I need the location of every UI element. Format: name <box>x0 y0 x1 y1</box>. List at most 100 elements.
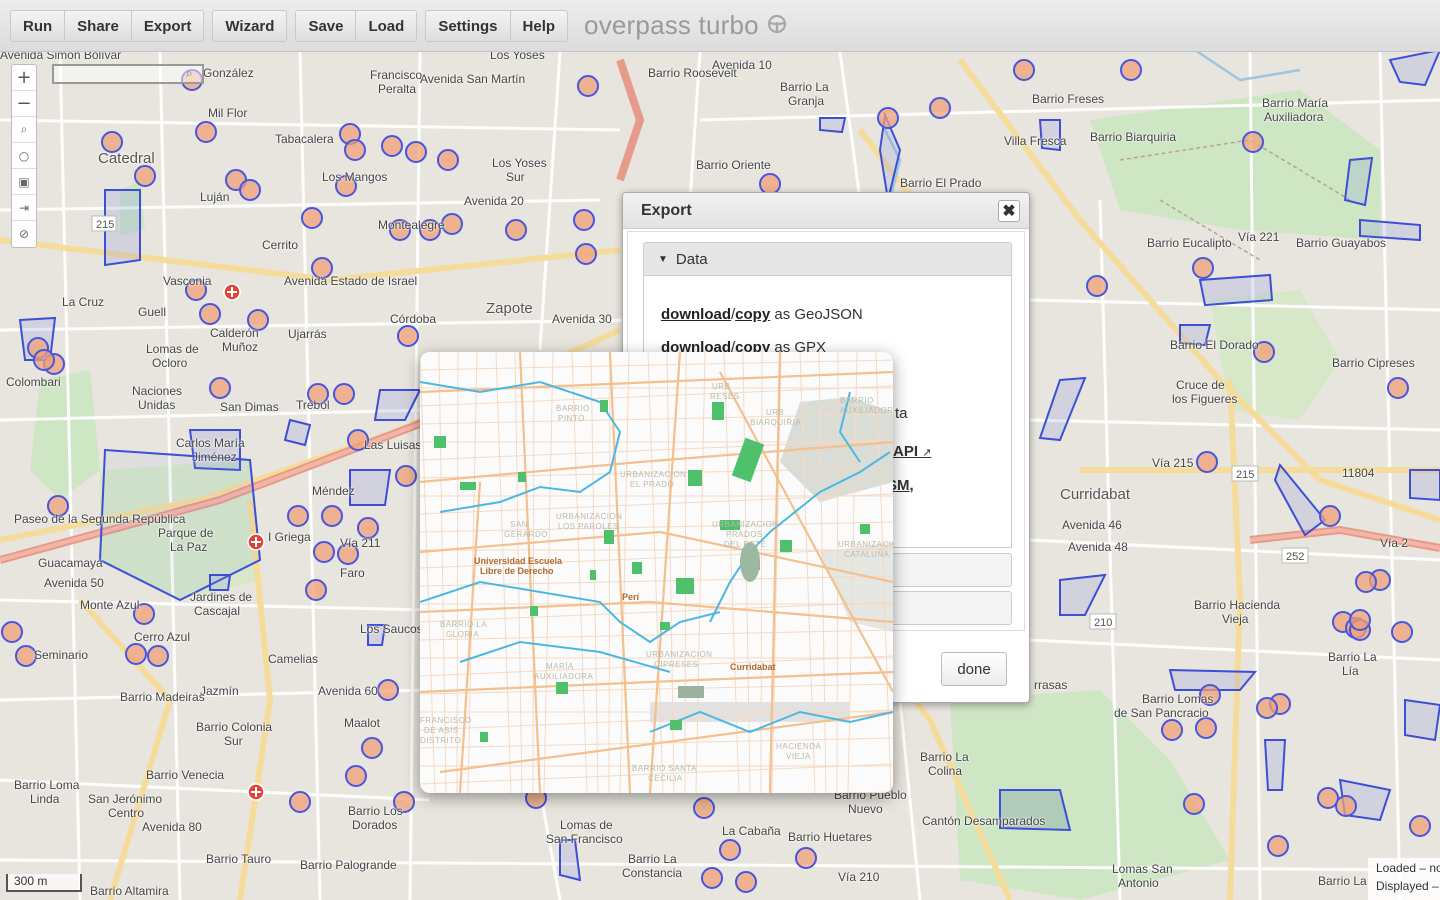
map-poi-marker[interactable] <box>289 791 311 813</box>
map-poi-marker[interactable] <box>735 871 757 893</box>
map-poi-marker[interactable] <box>199 303 221 325</box>
map-poi-marker[interactable] <box>311 257 333 279</box>
map-poi-marker[interactable] <box>1387 377 1409 399</box>
map-poi-marker[interactable] <box>344 139 366 161</box>
export-button[interactable]: Export <box>132 11 204 41</box>
map-poi-marker[interactable] <box>287 505 309 527</box>
map-poi-marker[interactable] <box>147 645 169 667</box>
share-button[interactable]: Share <box>65 10 132 41</box>
map-poi-marker[interactable] <box>693 797 715 819</box>
map-poi-marker[interactable] <box>239 179 261 201</box>
map-poi-marker[interactable] <box>305 579 327 601</box>
map-poi-marker[interactable] <box>419 219 441 241</box>
map-poi-marker[interactable] <box>1335 795 1357 817</box>
map-poi-marker[interactable] <box>393 791 415 813</box>
map-poi-marker[interactable] <box>701 867 723 889</box>
search-icon[interactable]: ⌕ <box>12 117 36 143</box>
map-poi-marker[interactable] <box>1409 815 1431 837</box>
run-button[interactable]: Run <box>11 10 66 41</box>
map-poi-marker[interactable] <box>357 517 379 539</box>
map-poi-marker[interactable] <box>795 847 817 869</box>
map-poi-marker[interactable] <box>577 75 599 97</box>
map-poi-marker[interactable] <box>1317 787 1339 809</box>
fullscreen-icon[interactable]: ▣ <box>12 169 36 195</box>
map-poi-marker[interactable] <box>877 107 899 129</box>
map-poi-marker[interactable] <box>397 325 419 347</box>
map-poi-marker[interactable] <box>1355 571 1377 593</box>
map-poi-marker[interactable] <box>377 679 399 701</box>
save-button[interactable]: Save <box>296 10 357 41</box>
map-poi-marker[interactable] <box>1256 697 1278 719</box>
done-button[interactable]: done <box>941 652 1007 686</box>
map-poi-marker[interactable] <box>575 243 597 265</box>
map-poi-marker[interactable] <box>929 97 951 119</box>
map-poi-marker[interactable] <box>321 505 343 527</box>
map-poi-marker[interactable] <box>337 543 359 565</box>
map-poi-marker[interactable] <box>1161 719 1183 741</box>
clear-icon[interactable]: ⊘ <box>12 221 36 247</box>
wizard-button[interactable]: Wizard <box>213 11 286 41</box>
map-poi-marker[interactable] <box>395 465 417 487</box>
map-poi-marker[interactable] <box>1183 793 1205 815</box>
map-poi-marker[interactable] <box>335 175 357 197</box>
map-poi-marker[interactable] <box>1319 505 1341 527</box>
triangle-down-icon: ▼ <box>658 253 668 265</box>
map-poi-marker[interactable] <box>1349 609 1371 631</box>
map-poi-marker[interactable] <box>33 349 55 371</box>
map-poi-marker[interactable] <box>1 621 23 643</box>
map-poi-marker[interactable] <box>345 765 367 787</box>
status-panel: Loaded – noc Displayed – <box>1368 858 1440 900</box>
map-poi-marker[interactable] <box>1267 835 1289 857</box>
map-poi-marker[interactable] <box>313 541 335 563</box>
map-poi-marker[interactable] <box>759 173 781 195</box>
map-poi-marker[interactable] <box>1013 59 1035 81</box>
map-poi-marker[interactable] <box>389 219 411 241</box>
map-poi-marker[interactable] <box>134 165 156 187</box>
map-poi-marker[interactable] <box>133 603 155 625</box>
map-poi-marker[interactable] <box>719 839 741 861</box>
zoom-out-icon[interactable]: − <box>12 91 36 117</box>
settings-button[interactable]: Settings <box>426 10 511 41</box>
map-poi-marker[interactable] <box>1086 275 1108 297</box>
close-icon[interactable]: ✖ <box>998 200 1020 222</box>
map-search-input[interactable] <box>52 64 204 84</box>
map-poi-marker[interactable] <box>47 495 69 517</box>
map-poi-marker[interactable] <box>1196 451 1218 473</box>
map-poi-marker[interactable] <box>347 429 369 451</box>
map-poi-marker[interactable] <box>125 643 147 665</box>
map-poi-marker[interactable] <box>101 131 123 153</box>
map-poi-marker[interactable] <box>441 213 463 235</box>
map-poi-marker[interactable] <box>1253 341 1275 363</box>
map-poi-marker[interactable] <box>195 121 217 143</box>
map-poi-marker[interactable] <box>307 383 329 405</box>
map-poi-marker[interactable] <box>405 141 427 163</box>
map-poi-marker[interactable] <box>333 383 355 405</box>
download-geojson-link[interactable]: download <box>661 306 731 323</box>
goto-data-icon[interactable]: ⇥ <box>12 195 36 221</box>
map-poi-marker[interactable] <box>301 207 323 229</box>
svg-text:215: 215 <box>1236 469 1254 481</box>
map-poi-marker[interactable] <box>1391 621 1413 643</box>
map-poi-marker[interactable] <box>247 309 269 331</box>
map-poi-marker[interactable] <box>1242 131 1264 153</box>
locate-icon[interactable]: ○ <box>12 143 36 169</box>
map-poi-marker[interactable] <box>1195 717 1217 739</box>
map-poi-marker[interactable] <box>209 377 231 399</box>
map-poi-marker[interactable] <box>1120 59 1142 81</box>
map-poi-marker[interactable] <box>381 135 403 157</box>
map-poi-marker[interactable] <box>505 219 527 241</box>
data-section-header[interactable]: ▼ Data <box>643 242 1012 276</box>
map-poi-marker[interactable] <box>15 645 37 667</box>
overpass-api-link[interactable]: API ↗ <box>893 443 931 460</box>
map-poi-marker[interactable] <box>185 279 207 301</box>
help-button[interactable]: Help <box>511 11 568 41</box>
svg-text:210: 210 <box>1094 617 1112 629</box>
map-poi-marker[interactable] <box>1192 257 1214 279</box>
load-button[interactable]: Load <box>356 11 416 41</box>
map-poi-marker[interactable] <box>437 149 459 171</box>
map-poi-marker[interactable] <box>1199 684 1221 706</box>
zoom-in-icon[interactable]: + <box>12 65 36 91</box>
map-poi-marker[interactable] <box>573 209 595 231</box>
map-poi-marker[interactable] <box>361 737 383 759</box>
copy-geojson-link[interactable]: copy <box>735 306 770 323</box>
